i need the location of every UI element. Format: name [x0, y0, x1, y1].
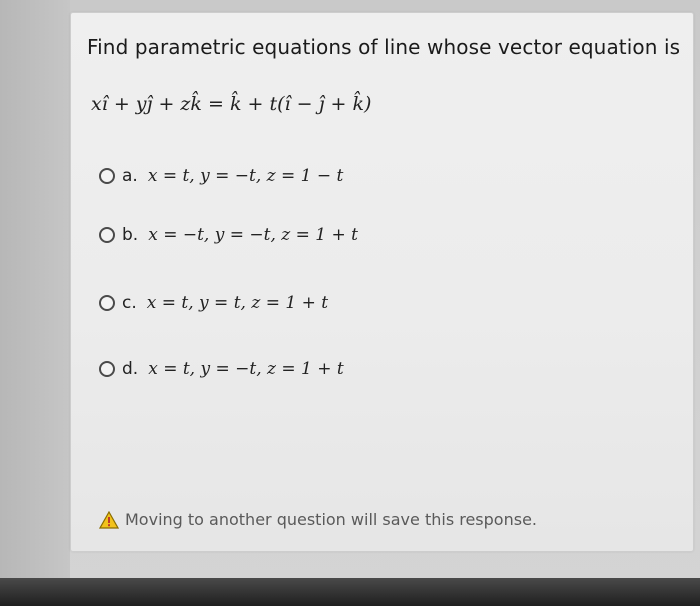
bottom-bar — [0, 578, 700, 606]
option-letter: c. — [122, 293, 137, 313]
save-warning: Moving to another question will save thi… — [99, 510, 537, 529]
option-text: x = −t, y = −t, z = 1 + t — [148, 225, 358, 245]
option-letter: a. — [122, 166, 138, 186]
question-title: Find parametric equations of line whose … — [87, 35, 681, 59]
option-b[interactable]: b. x = −t, y = −t, z = 1 + t — [99, 222, 358, 248]
option-d[interactable]: d. x = t, y = −t, z = 1 + t — [99, 356, 344, 382]
radio-button[interactable] — [99, 227, 115, 243]
option-c[interactable]: c. x = t, y = t, z = 1 + t — [99, 290, 328, 316]
radio-button[interactable] — [99, 361, 115, 377]
option-text: x = t, y = −t, z = 1 + t — [148, 359, 344, 379]
option-letter: b. — [122, 225, 139, 245]
warning-triangle-icon — [99, 510, 119, 529]
page-margin — [0, 0, 70, 606]
screen: Find parametric equations of line whose … — [0, 0, 700, 606]
radio-button[interactable] — [99, 295, 115, 311]
option-text: x = t, y = t, z = 1 + t — [146, 293, 329, 313]
option-text: x = t, y = −t, z = 1 − t — [147, 166, 344, 186]
question-card: Find parametric equations of line whose … — [70, 12, 694, 552]
warning-text: Moving to another question will save thi… — [125, 510, 537, 529]
option-a[interactable]: a. x = t, y = −t, z = 1 − t — [99, 163, 343, 189]
vector-equation: xî + yĵ + zk̂ = k̂ + t(î − ĵ + k̂) — [91, 93, 372, 115]
option-letter: d. — [122, 359, 139, 379]
radio-button[interactable] — [99, 168, 115, 184]
